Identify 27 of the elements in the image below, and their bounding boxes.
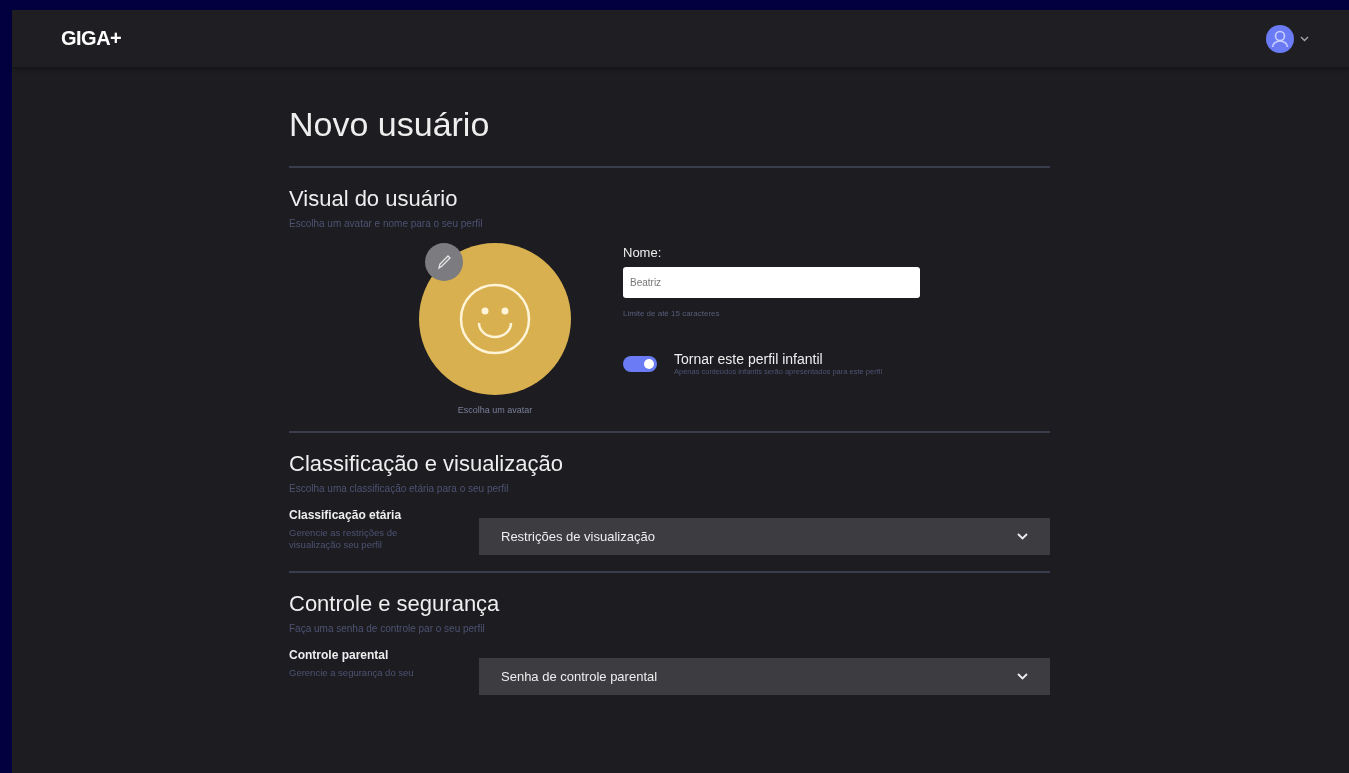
chevron-icon xyxy=(1017,533,1028,540)
section-title: Controle e segurança xyxy=(289,591,501,617)
section-subtitle: Faça uma senha de controle par o seu perfil xyxy=(289,623,486,634)
field-label: Controle parental xyxy=(289,648,390,662)
smiley-avatar[interactable] xyxy=(419,243,571,395)
dropdown-select[interactable]: Senha de controle parental xyxy=(479,658,1050,695)
field-hint: Gerencie as restrições de visualização seu perfil xyxy=(289,527,399,551)
avatar-caption: Escolha um avatar xyxy=(457,405,533,415)
dropdown-select[interactable]: Restrições de visualização xyxy=(479,518,1050,555)
section-subtitle: Escolha uma classificação etária para o seu perfil xyxy=(289,483,510,494)
name-label: Nome: xyxy=(623,245,663,260)
toggle-label: Tornar este perfil infantil xyxy=(674,351,824,367)
chevron-icon xyxy=(1017,673,1028,680)
page-title: Novo usuário xyxy=(289,105,491,144)
section-subtitle: Escolha um avatar e nome para o seu perfil xyxy=(289,218,484,229)
section-title: Visual do usuário xyxy=(289,186,459,212)
name-input-field[interactable]: Beatriz xyxy=(623,267,920,298)
user-avatar-icon xyxy=(1266,24,1294,53)
chevron-icon xyxy=(1300,35,1309,42)
section-title: Classificação e visualização xyxy=(289,451,564,477)
logo[interactable]: GIGA+ xyxy=(61,27,122,50)
account-menu[interactable] xyxy=(1266,24,1309,53)
edit-pencil-icon[interactable] xyxy=(425,243,463,281)
field-label: Classificação etária xyxy=(289,508,403,522)
field-hint: Gerencie a segurança do seu xyxy=(289,667,415,679)
name-hint: Limite de até 15 caracteres xyxy=(623,309,721,318)
child-profile-toggle[interactable] xyxy=(623,355,657,372)
